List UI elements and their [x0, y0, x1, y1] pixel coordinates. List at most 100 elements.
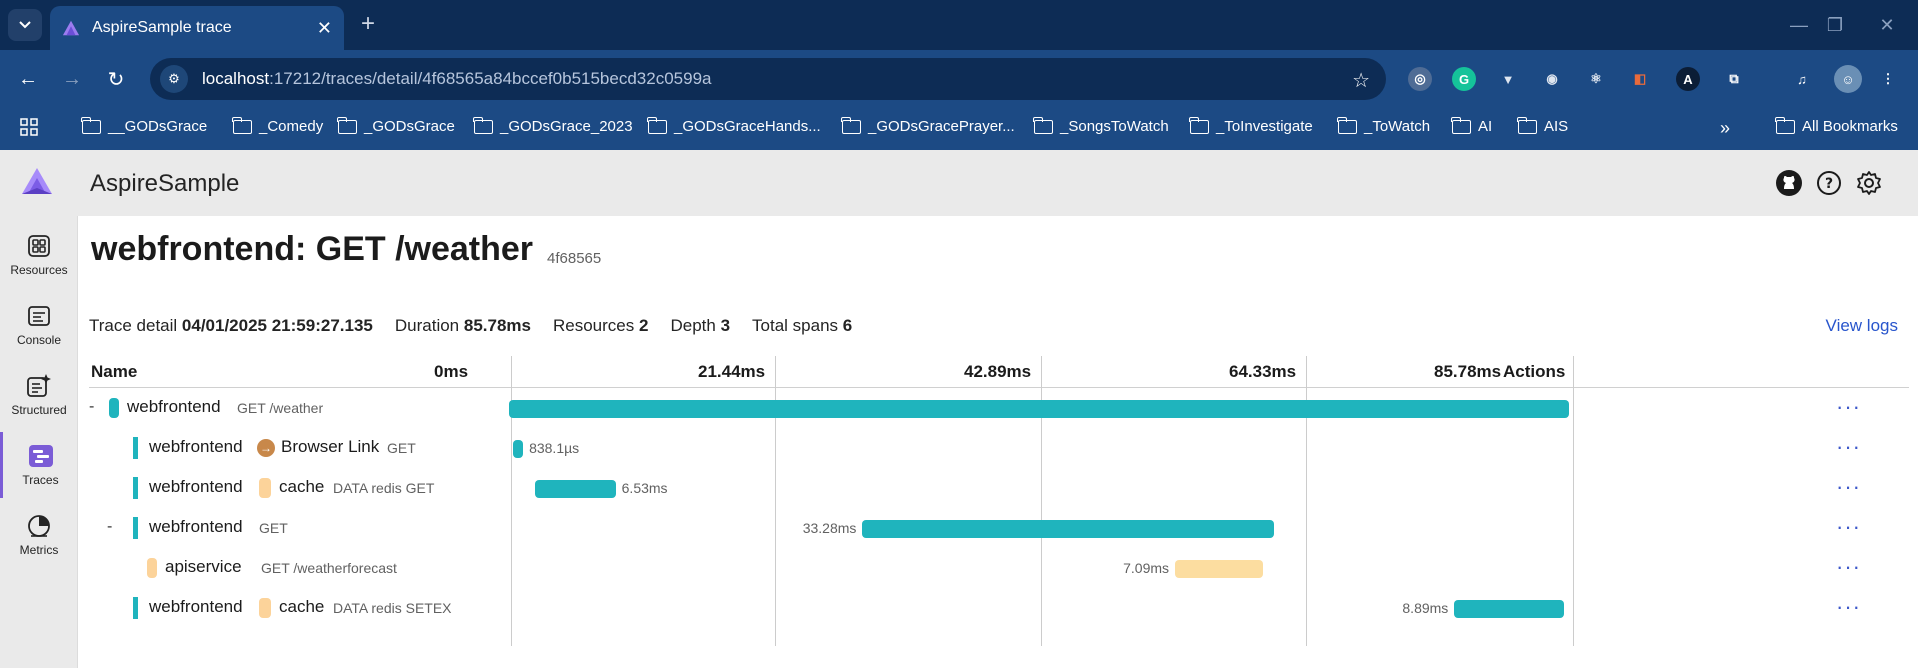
minimize-icon[interactable]: — [1784, 10, 1814, 40]
close-tab-icon[interactable]: ✕ [317, 18, 332, 39]
row-actions-button[interactable]: ··· [1836, 514, 1861, 540]
collapse-toggle[interactable]: - [107, 518, 112, 536]
column-header-tick: 85.78ms [1434, 362, 1502, 381]
nav-item-traces[interactable]: Traces [0, 432, 78, 498]
trace-summary: Trace detail 04/01/2025 21:59:27.135 Dur… [89, 316, 852, 336]
span-operation: GET [259, 520, 288, 536]
help-icon[interactable]: ? [1814, 168, 1844, 198]
folder-icon [337, 116, 357, 134]
collapse-toggle[interactable]: - [89, 398, 94, 416]
row-actions-button[interactable]: ··· [1836, 434, 1861, 460]
console-icon [26, 303, 52, 329]
more-menu-icon[interactable]: ⋮ [1876, 67, 1900, 91]
media-control-icon[interactable]: ♫ [1790, 67, 1814, 91]
browser-tab[interactable]: AspireSample trace ✕ [50, 6, 344, 50]
row-actions-button[interactable]: ··· [1836, 394, 1861, 420]
span-service-name: apiservice [165, 557, 242, 576]
bookmark-folder[interactable]: _ToInvestigate [1189, 116, 1313, 135]
structured-icon [26, 373, 52, 399]
column-header-actions: Actions [1503, 362, 1566, 381]
nav-item-metrics[interactable]: Metrics [0, 502, 78, 568]
site-info-icon[interactable]: ⚙ [160, 65, 188, 93]
summary-total-spans: Total spans 6 [752, 316, 853, 335]
span-row[interactable]: apiservice GET /weatherforecast 7.09ms ·… [89, 548, 1909, 588]
database-icon [259, 598, 271, 618]
github-icon[interactable] [1774, 168, 1804, 198]
target-extension-icon[interactable]: ◉ [1540, 67, 1564, 91]
column-header-name[interactable]: Name [91, 362, 137, 382]
span-duration-bar[interactable] [1175, 560, 1263, 578]
bookmark-folder[interactable]: _GODsGrace [337, 116, 455, 135]
bookmark-folder[interactable]: _SongsToWatch [1033, 116, 1169, 135]
extensions-puzzle-icon[interactable]: ⧉ [1722, 67, 1746, 91]
back-arrow-icon[interactable]: ← [12, 63, 44, 95]
span-row[interactable]: - webfrontend GET /weather ··· [89, 388, 1909, 428]
extension-icon-2[interactable]: ◧ [1628, 67, 1652, 91]
traces-icon [28, 443, 54, 469]
tab-search-button[interactable] [8, 9, 42, 41]
nav-item-resources[interactable]: Resources [0, 222, 78, 288]
span-duration-bar[interactable] [1454, 600, 1565, 618]
span-duration-bar[interactable] [534, 480, 616, 498]
bookmark-folder[interactable]: AI [1451, 116, 1492, 135]
span-duration-bar[interactable] [512, 440, 524, 458]
folder-icon [473, 116, 493, 134]
view-logs-link[interactable]: View logs [1826, 316, 1898, 336]
row-actions-button[interactable]: ··· [1836, 474, 1861, 500]
span-peer-name: cache [279, 597, 325, 616]
reload-icon[interactable]: ↻ [100, 63, 132, 95]
row-actions-button[interactable]: ··· [1836, 554, 1861, 580]
bookmark-folder[interactable]: AIS [1517, 116, 1568, 135]
aspire-favicon-icon [62, 20, 80, 36]
bookmark-folder[interactable]: _GODsGrace_2023 [473, 116, 633, 135]
angular-devtools-icon[interactable]: A [1676, 67, 1700, 91]
span-row[interactable]: webfrontend cache DATA redis GET 6.53ms … [89, 468, 1909, 508]
nav-label: Traces [22, 473, 59, 487]
bookmark-folder[interactable]: __GODsGrace [81, 116, 207, 135]
aspire-logo-icon[interactable] [20, 166, 54, 198]
folder-icon [232, 116, 252, 134]
bookmark-star-icon[interactable]: ☆ [1352, 68, 1370, 93]
react-devtools-icon[interactable]: ⚛ [1584, 67, 1608, 91]
bookmark-folder[interactable]: _GODsGraceHands... [647, 116, 821, 135]
nav-item-console[interactable]: Console [0, 292, 78, 358]
restore-icon[interactable]: ❐ [1820, 10, 1850, 40]
folder-icon [81, 116, 101, 134]
span-duration-bar[interactable] [862, 520, 1274, 538]
close-window-icon[interactable]: ✕ [1872, 10, 1902, 40]
span-duration-label: 6.53ms [621, 480, 668, 496]
bookmark-folder[interactable]: _GODsGracePrayer... [841, 116, 1015, 135]
summary-depth: Depth 3 [670, 316, 731, 335]
database-icon [259, 478, 271, 498]
forward-arrow-icon[interactable]: → [56, 63, 88, 95]
folder-icon [1451, 116, 1471, 134]
row-actions-button[interactable]: ··· [1836, 594, 1861, 620]
folder-icon [647, 116, 667, 134]
grammarly-icon[interactable]: G [1452, 67, 1476, 91]
vue-devtools-icon[interactable]: ▼ [1496, 67, 1520, 91]
nav-label: Structured [11, 403, 67, 417]
extension-icon-1[interactable]: ◎ [1408, 67, 1432, 91]
summary-trace-detail: Trace detail 04/01/2025 21:59:27.135 [89, 316, 373, 335]
bookmarks-overflow-button[interactable]: » [1720, 118, 1730, 139]
all-bookmarks-folder[interactable]: All Bookmarks [1775, 116, 1898, 135]
profile-avatar[interactable]: ☺ [1834, 65, 1862, 93]
nav-item-structured[interactable]: Structured [0, 362, 78, 428]
address-bar[interactable]: ⚙ localhost:17212/traces/detail/4f68565a… [150, 58, 1386, 100]
span-duration-label: 8.89ms [1402, 600, 1449, 616]
apps-grid-icon[interactable] [20, 118, 38, 136]
settings-gear-icon[interactable] [1854, 168, 1884, 198]
bookmark-folder[interactable]: _Comedy [232, 116, 323, 135]
span-depth-marker [133, 597, 138, 619]
span-row[interactable]: webfrontend cache DATA redis SETEX 8.89m… [89, 588, 1909, 628]
folder-icon [1189, 116, 1209, 134]
span-operation: GET /weatherforecast [261, 560, 397, 576]
span-operation: GET [387, 440, 416, 456]
span-service-name: webfrontend [149, 597, 243, 616]
span-duration-bar[interactable] [509, 400, 1569, 418]
span-row[interactable]: - webfrontend GET 33.28ms ··· [89, 508, 1909, 548]
app-name: AspireSample [90, 170, 240, 197]
new-tab-button[interactable]: + [352, 8, 384, 40]
bookmark-folder[interactable]: _ToWatch [1337, 116, 1430, 135]
span-row[interactable]: webfrontend → Browser Link GET 838.1µs ·… [89, 428, 1909, 468]
